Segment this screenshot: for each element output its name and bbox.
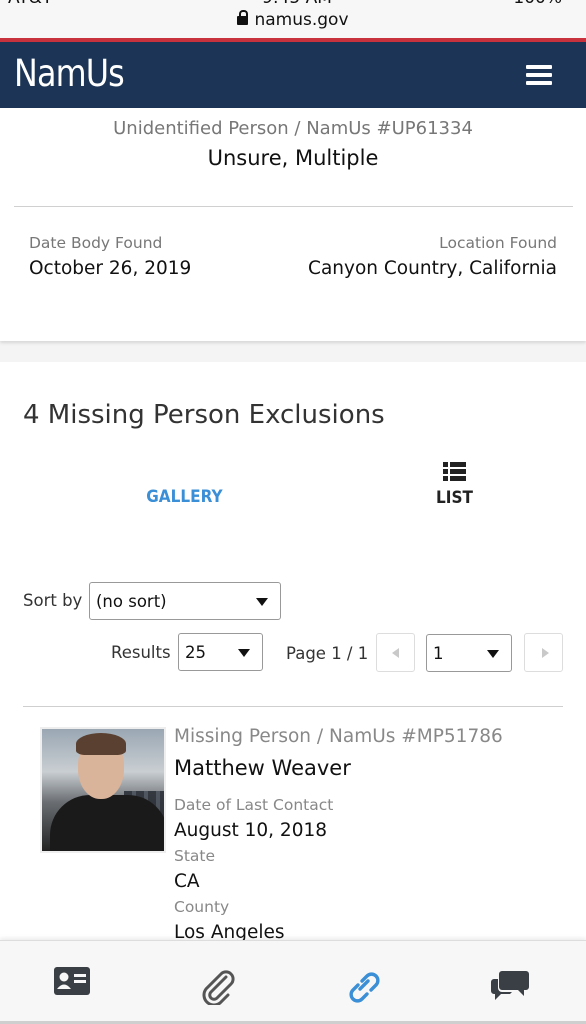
case-subtitle: Unidentified Person / NamUs #UP61334 — [113, 118, 473, 139]
carrier-label: AT&T — [8, 0, 52, 8]
case-summary-card: Unidentified Person / NamUs #UP61334 Uns… — [0, 108, 586, 341]
chevron-left-icon — [392, 648, 399, 658]
brand-logo[interactable]: NamUs — [14, 52, 125, 95]
state-value: CA — [174, 871, 200, 892]
results-select-value: 25 — [185, 643, 206, 662]
divider — [14, 206, 573, 207]
list-icon — [442, 462, 466, 481]
case-title: Unsure, Multiple — [207, 146, 379, 170]
page-select-value: 1 — [433, 644, 444, 663]
last-contact-label: Date of Last Contact — [174, 796, 334, 814]
chat-bubbles-icon[interactable] — [490, 967, 534, 1003]
results-per-page-select[interactable]: 25 — [178, 633, 263, 671]
site-header: NamUs — [0, 42, 586, 108]
date-found-label: Date Body Found — [29, 234, 163, 252]
person-case-number: Missing Person / NamUs #MP51786 — [174, 726, 503, 747]
clock-label: 9:45 AM — [262, 0, 332, 8]
bottom-tab-bar — [0, 940, 586, 1024]
id-card-icon[interactable] — [54, 967, 98, 1003]
state-label: State — [174, 847, 216, 865]
page-indicator: Page 1 / 1 — [286, 644, 369, 663]
tab-list-label: LIST — [435, 488, 473, 508]
divider — [23, 706, 563, 707]
sort-label: Sort by — [23, 591, 83, 610]
grid-icon — [173, 462, 196, 480]
last-contact-value: August 10, 2018 — [174, 820, 328, 841]
link-icon[interactable] — [344, 967, 388, 1003]
address-bar[interactable]: namus.gov — [0, 10, 586, 30]
date-found-value: October 26, 2019 — [29, 258, 192, 279]
hamburger-menu-icon[interactable] — [526, 65, 552, 85]
sort-select[interactable]: (no sort) — [89, 582, 281, 620]
exclusions-section: 4 Missing Person Exclusions GALLERY LIST… — [0, 362, 586, 943]
lock-icon — [237, 10, 249, 25]
previous-page-button[interactable] — [376, 633, 415, 672]
section-heading: 4 Missing Person Exclusions — [23, 400, 385, 430]
next-page-button[interactable] — [524, 633, 563, 672]
status-bar: AT&T 9:45 AM 100% namus.gov — [0, 0, 586, 38]
county-label: County — [174, 898, 230, 916]
page-select[interactable]: 1 — [426, 634, 512, 672]
tab-gallery-label: GALLERY — [145, 487, 223, 507]
tab-list[interactable]: LIST — [394, 462, 514, 508]
chevron-down-icon — [238, 649, 250, 657]
person-name-link[interactable]: Matthew Weaver — [174, 756, 351, 780]
paperclip-icon[interactable] — [198, 967, 242, 1007]
sort-select-value: (no sort) — [96, 592, 167, 611]
chevron-right-icon — [542, 648, 549, 658]
results-label: Results — [111, 643, 171, 662]
chevron-down-icon — [256, 598, 268, 606]
url-text: namus.gov — [254, 10, 349, 30]
battery-label: 100% — [513, 0, 562, 8]
tab-gallery[interactable]: GALLERY — [124, 462, 244, 507]
chevron-down-icon — [487, 650, 499, 658]
person-photo[interactable] — [40, 727, 166, 853]
location-found-label: Location Found — [439, 234, 557, 252]
location-found-value: Canyon Country, California — [308, 258, 557, 279]
